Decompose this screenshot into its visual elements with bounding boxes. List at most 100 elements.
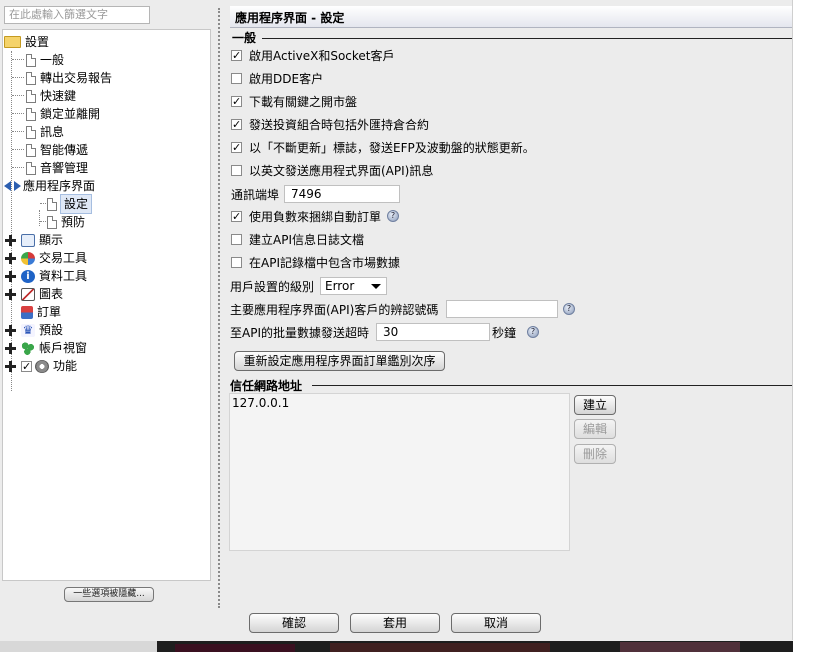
tree-item-lock-and-exit[interactable]: 鎖定並離開 (26, 105, 100, 123)
include-fx-positions-checkbox[interactable] (231, 118, 242, 130)
settings-tree: 設置 一般 轉出交易報告 快速鍵 鎖定並離開 訊息 智能傳遞 音響管理 應用程序… (2, 29, 211, 581)
tree-item-trading-tools[interactable]: 交易工具 (5, 249, 87, 267)
document-icon (26, 143, 36, 157)
checkbox-label: 使用負數來捆綁自動訂單 (249, 209, 382, 224)
collapse-arrows-icon[interactable] (4, 181, 21, 191)
tree-item-features[interactable]: 功能 (5, 357, 77, 375)
help-icon[interactable]: ? (387, 210, 400, 222)
tree-item-label: 應用程序界面 (23, 179, 96, 193)
tree-item-settings[interactable]: 設置 (4, 33, 49, 51)
tree-item-api-precautions[interactable]: 預防 (47, 213, 85, 231)
tree-item-general[interactable]: 一般 (26, 51, 64, 69)
panel-title-bar: 應用程序界面 - 設定 (230, 6, 792, 28)
document-icon (26, 107, 36, 121)
tree-item-api[interactable]: 應用程序界面 (4, 177, 95, 195)
tree-item-label: 設置 (25, 35, 50, 49)
trusted-ip-list[interactable]: 127.0.0.1 (229, 393, 570, 551)
tree-item-hotkeys[interactable]: 快速鍵 (26, 87, 76, 105)
tree-connector (12, 95, 24, 96)
ok-button[interactable]: 確認 (249, 613, 339, 633)
expand-plus-icon[interactable] (5, 360, 16, 372)
general-section-divider (262, 38, 792, 39)
filter-search-input[interactable]: 在此處輸入篩選文字 (4, 6, 150, 24)
create-api-log-checkbox[interactable] (231, 233, 242, 245)
tree-item-export-trade-report[interactable]: 轉出交易報告 (26, 69, 112, 87)
expand-plus-icon[interactable] (5, 342, 16, 354)
tree-item-smart-routing[interactable]: 智能傳遞 (26, 141, 88, 159)
log-level-label: 用戶設置的級別 (230, 280, 315, 294)
trusted-ips-section-divider (312, 385, 792, 386)
tree-item-label: 轉出交易報告 (40, 71, 113, 85)
tree-item-charts[interactable]: 圖表 (5, 285, 63, 303)
hidden-options-button[interactable]: 一些選項被隱藏... (64, 587, 154, 602)
delete-ip-button[interactable]: 刪除 (574, 444, 616, 464)
socket-port-input[interactable]: 7496 (284, 185, 400, 203)
enable-dde-checkbox[interactable] (231, 72, 242, 84)
checkbox-label: 啟用ActiveX和Socket客戶 (249, 48, 395, 63)
taskbar-segment (620, 642, 740, 652)
checkbox-label: 以英文發送應用程式界面(API)訊息 (249, 163, 434, 178)
negative-auto-order-checkbox[interactable] (231, 210, 242, 222)
checkbox-row-send-efp-updates[interactable]: 以「不斷更新」標誌，發送EFP及波動盤的狀態更新。 (231, 138, 535, 156)
checkbox-row-negative-auto-order[interactable]: 使用負數來捆綁自動訂單 ? (231, 207, 400, 225)
include-market-data-checkbox[interactable] (231, 256, 242, 268)
tree-item-display[interactable]: 顯示 (5, 231, 63, 249)
checkbox-row-english-api-messages[interactable]: 以英文發送應用程式界面(API)訊息 (231, 161, 433, 179)
desktop-background (793, 0, 819, 652)
orders-icon (21, 305, 33, 319)
tree-item-presets[interactable]: ♛ 預設 (5, 321, 63, 339)
tree-connector (12, 131, 24, 132)
trusted-ips-section-title: 信任網路地址 (230, 379, 303, 393)
tree-item-label: 音響管理 (40, 161, 89, 175)
panel-splitter[interactable] (218, 8, 220, 608)
log-level-select[interactable]: Error (320, 277, 387, 295)
checkbox-label: 建立API信息日誌文檔 (249, 232, 364, 247)
tree-item-label: 資料工具 (39, 269, 88, 283)
checkbox-label: 以「不斷更新」標誌，發送EFP及波動盤的狀態更新。 (249, 140, 535, 155)
edit-ip-button[interactable]: 編輯 (574, 419, 616, 439)
tree-item-orders[interactable]: 訂單 (5, 303, 61, 321)
tree-item-messages[interactable]: 訊息 (26, 123, 64, 141)
bulk-data-timeout-input[interactable]: 30 (376, 323, 490, 341)
tree-item-data-tools[interactable]: i 資料工具 (5, 267, 87, 285)
taskbar-segment (330, 643, 550, 652)
checkbox-label: 在API記錄檔中包含市場數據 (249, 255, 400, 270)
download-open-orders-checkbox[interactable] (231, 95, 242, 107)
tree-item-label: 快速鍵 (40, 89, 77, 103)
checkbox-row-include-fx-positions[interactable]: 發送投資組合時包括外匯持倉合約 (231, 115, 429, 133)
list-item[interactable]: 127.0.0.1 (232, 396, 289, 410)
checkbox-row-create-api-log[interactable]: 建立API信息日誌文檔 (231, 230, 364, 248)
tree-item-label: 顯示 (39, 233, 64, 247)
expand-plus-icon[interactable] (5, 270, 16, 282)
checkbox-row-download-open-orders[interactable]: 下載有關鍵之開市盤 (231, 92, 357, 110)
tree-item-label: 一般 (40, 53, 65, 67)
document-icon (26, 125, 36, 139)
master-client-id-input[interactable] (446, 300, 558, 318)
settings-window: 在此處輸入篩選文字 設置 一般 轉出交易報告 快速鍵 鎖定並離開 訊息 智能傳遞… (0, 0, 793, 652)
taskbar-segment (175, 644, 295, 652)
document-icon (47, 215, 57, 229)
tree-item-api-settings[interactable]: 設定 (47, 194, 93, 214)
tree-item-label: 鎖定並離開 (40, 107, 101, 121)
expand-plus-icon[interactable] (5, 324, 16, 336)
checkbox-row-enable-dde[interactable]: 啟用DDE客户 (231, 69, 323, 87)
cancel-button[interactable]: 取消 (451, 613, 541, 633)
taskbar-segment (0, 641, 157, 652)
tree-item-label: 帳戶視窗 (39, 341, 88, 355)
tree-item-sound-manager[interactable]: 音響管理 (26, 159, 88, 177)
expand-plus-icon[interactable] (5, 234, 16, 246)
expand-plus-icon[interactable] (5, 252, 16, 264)
features-checkbox-icon (21, 360, 32, 372)
english-api-messages-checkbox[interactable] (231, 164, 242, 176)
create-ip-button[interactable]: 建立 (574, 395, 616, 415)
apply-button[interactable]: 套用 (350, 613, 440, 633)
expand-plus-icon[interactable] (5, 288, 16, 300)
checkbox-row-enable-activex-socket[interactable]: 啟用ActiveX和Socket客戶 (231, 46, 395, 64)
help-icon[interactable]: ? (527, 326, 539, 338)
tree-item-account-window[interactable]: 帳戶視窗 (5, 339, 87, 357)
reset-order-id-sequence-button[interactable]: 重新設定應用程序界面訂單鑑別次序 (234, 351, 445, 371)
send-efp-updates-checkbox[interactable] (231, 141, 242, 153)
enable-activex-socket-checkbox[interactable] (231, 49, 242, 61)
checkbox-row-include-market-data[interactable]: 在API記錄檔中包含市場數據 (231, 253, 400, 271)
help-icon[interactable]: ? (563, 303, 575, 315)
